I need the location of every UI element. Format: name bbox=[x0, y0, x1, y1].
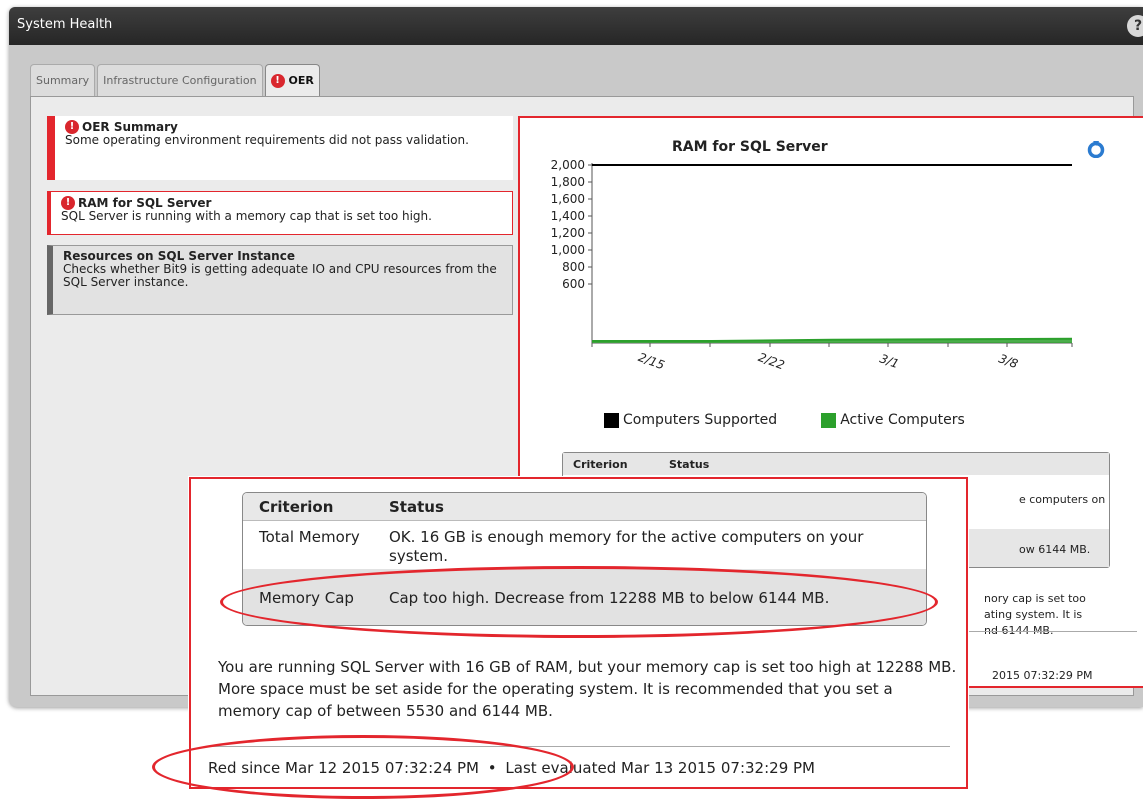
memory-description: You are running SQL Server with 16 GB of… bbox=[218, 658, 957, 720]
zoom-callout: Criterion Status Total Memory OK. 16 GB … bbox=[189, 477, 968, 789]
y-tick-label: 600 bbox=[562, 277, 585, 291]
header-status: Status bbox=[389, 497, 444, 516]
status-cell: OK. 16 GB is enough memory for the activ… bbox=[389, 528, 864, 565]
tab-oer[interactable]: ! OER bbox=[264, 64, 320, 96]
last-evaluated-text: Last evaluated Mar 13 2015 07:32:29 PM bbox=[505, 759, 815, 777]
sidebar-item-description: Some operating environment requirements … bbox=[65, 133, 469, 147]
sidebar-item-description: SQL Server is running with a memory cap … bbox=[61, 209, 432, 223]
panel-header-criterion: Criterion bbox=[573, 457, 628, 471]
y-tick-label: 1,200 bbox=[551, 226, 585, 240]
tab-infrastructure-configuration[interactable]: Infrastructure Configuration bbox=[97, 64, 263, 96]
panel-table-header: Criterion Status bbox=[563, 453, 1109, 475]
x-tick-label: 2/15 bbox=[636, 350, 666, 372]
legend-label: Active Computers bbox=[840, 412, 965, 428]
window-title: System Health bbox=[17, 17, 113, 32]
panel-desc-fragment: ating system. It is bbox=[984, 608, 1083, 621]
criterion-cell: Memory Cap bbox=[259, 588, 354, 607]
chart-legend: Computers Supported Active Computers bbox=[604, 412, 965, 428]
x-tick-label: 3/8 bbox=[997, 351, 1020, 371]
table-header: Criterion Status bbox=[243, 493, 926, 521]
status-cell: Cap too high. Decrease from 12288 MB to … bbox=[389, 588, 830, 607]
legend-swatch bbox=[604, 412, 619, 428]
panel-desc-fragment: nory cap is set too bbox=[984, 592, 1086, 605]
header-criterion: Criterion bbox=[259, 497, 334, 516]
tab-infrastructure-label: Infrastructure Configuration bbox=[103, 74, 257, 87]
legend-item: Active Computers bbox=[821, 412, 965, 428]
legend-swatch bbox=[821, 412, 837, 428]
help-icon[interactable]: ? bbox=[1127, 15, 1143, 37]
titlebar: System Health ? bbox=[9, 7, 1143, 45]
y-tick-label: 1,400 bbox=[551, 209, 585, 223]
red-since-text: Red since Mar 12 2015 07:32:24 PM bbox=[208, 759, 479, 777]
legend-label: Computers Supported bbox=[623, 412, 778, 428]
alert-icon: ! bbox=[61, 196, 75, 210]
ram-chart: 2,000 1,800 1,600 1,400 1,200 1,000 800 600 2/15… bbox=[551, 158, 1073, 372]
tab-summary-label: Summary bbox=[36, 74, 90, 87]
evaluation-footer: Red since Mar 12 2015 07:32:24 PM • Last… bbox=[208, 759, 815, 777]
sidebar-item-title: RAM for SQL Server bbox=[78, 195, 212, 210]
sidebar-item-title: OER Summary bbox=[82, 119, 178, 134]
criterion-cell: Total Memory bbox=[259, 528, 360, 546]
x-tick-label: 2/22 bbox=[756, 350, 786, 372]
alert-icon: ! bbox=[65, 120, 79, 134]
sidebar-item-resources-on-sql-server[interactable]: Resources on SQL Server Instance Checks … bbox=[47, 245, 513, 315]
sidebar-item-oer-summary[interactable]: ! OER Summary Some operating environment… bbox=[47, 116, 513, 180]
x-tick-label: 3/1 bbox=[878, 351, 901, 371]
sidebar-item-ram-for-sql-server[interactable]: ! RAM for SQL Server SQL Server is runni… bbox=[47, 191, 513, 235]
y-tick-label: 1,800 bbox=[551, 175, 585, 189]
legend-item: Computers Supported bbox=[604, 412, 777, 428]
panel-footer-fragment: 2015 07:32:29 PM bbox=[992, 669, 1093, 682]
tab-oer-label: OER bbox=[288, 74, 314, 87]
tab-bar: Summary Infrastructure Configuration ! O… bbox=[30, 64, 322, 96]
tab-summary[interactable]: Summary bbox=[30, 64, 96, 96]
y-tick-label: 1,000 bbox=[551, 243, 585, 257]
table-row: Total Memory OK. 16 GB is enough memory … bbox=[243, 521, 926, 569]
sidebar-item-description: Checks whether Bit9 is getting adequate … bbox=[63, 262, 497, 289]
y-tick-label: 1,600 bbox=[551, 192, 585, 206]
panel-divider bbox=[965, 631, 1137, 632]
y-tick-label: 2,000 bbox=[551, 158, 585, 172]
panel-header-status: Status bbox=[669, 457, 710, 471]
callout-divider bbox=[207, 746, 950, 747]
panel-cell-fragment: ow 6144 MB. bbox=[1019, 543, 1091, 556]
alert-icon: ! bbox=[270, 73, 285, 88]
criteria-table: Criterion Status Total Memory OK. 16 GB … bbox=[242, 492, 927, 626]
panel-cell-fragment: e computers on bbox=[1019, 493, 1106, 506]
table-row: Memory Cap Cap too high. Decrease from 1… bbox=[243, 569, 926, 625]
y-tick-label: 800 bbox=[562, 260, 585, 274]
footer-separator: • bbox=[487, 759, 497, 777]
